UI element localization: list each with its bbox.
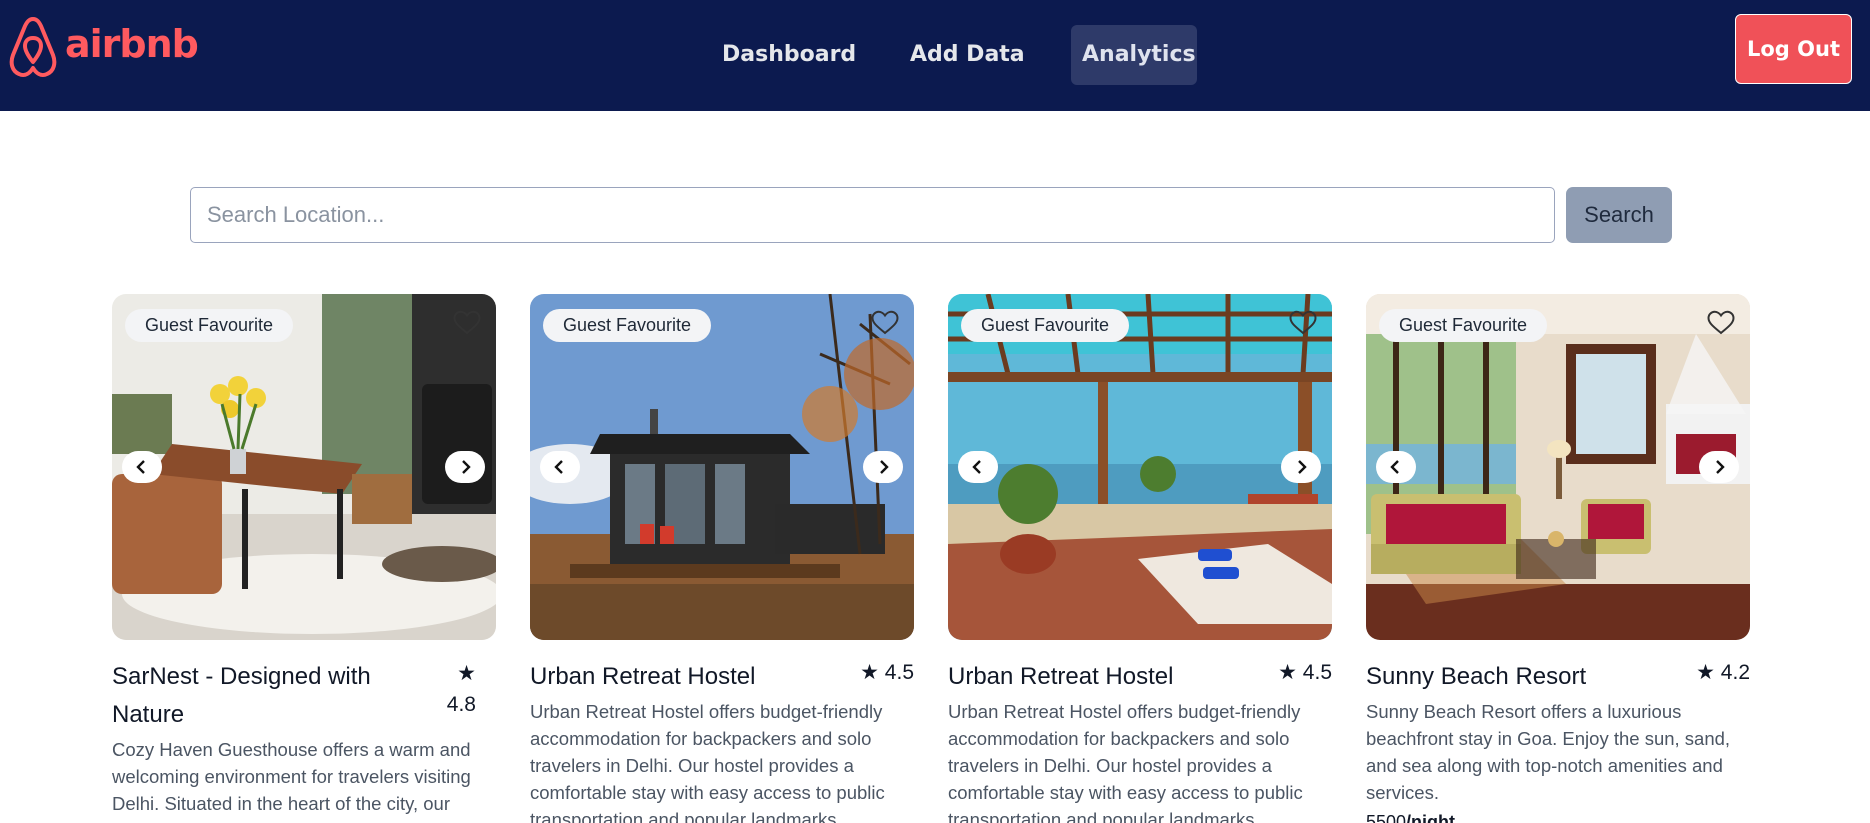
chevron-right-icon bbox=[1298, 460, 1307, 474]
listing-title[interactable]: Urban Retreat Hostel bbox=[530, 658, 840, 696]
chevron-left-icon bbox=[136, 460, 145, 474]
listing-image[interactable]: Guest Favourite bbox=[1366, 294, 1750, 640]
listing-description: Cozy Haven Guesthouse offers a warm and … bbox=[112, 739, 471, 814]
listing-description: Urban Retreat Hostel offers budget-frien… bbox=[530, 701, 885, 823]
listing-description: Sunny Beach Resort offers a luxurious be… bbox=[1366, 701, 1731, 803]
listing-image[interactable]: Guest Favourite bbox=[948, 294, 1332, 640]
listing-title[interactable]: Urban Retreat Hostel bbox=[948, 658, 1258, 696]
next-image-button[interactable] bbox=[1281, 451, 1321, 483]
listing-image[interactable]: Guest Favourite bbox=[530, 294, 914, 640]
listing-rating: ★ 4.5 bbox=[1278, 661, 1332, 684]
listing-image[interactable]: Guest Favourite bbox=[112, 294, 496, 640]
chevron-right-icon bbox=[1716, 460, 1725, 474]
price-amount: 5500 bbox=[1366, 812, 1407, 823]
listing-card[interactable]: Guest Favourite Sunny Beach Resort ★ 4.2… bbox=[1366, 294, 1750, 823]
chevron-left-icon bbox=[1390, 460, 1399, 474]
listing-rating: ★ 4.5 bbox=[860, 661, 914, 684]
chevron-left-icon bbox=[554, 460, 563, 474]
nav-link-analytics[interactable]: Analytics bbox=[1071, 25, 1197, 85]
logout-button[interactable]: Log Out bbox=[1735, 14, 1852, 84]
guest-favourite-badge: Guest Favourite bbox=[125, 309, 294, 342]
prev-image-button[interactable] bbox=[540, 451, 580, 483]
nav-link-add-data[interactable]: Add Data bbox=[899, 25, 1036, 85]
listing-price: 5500/night bbox=[1366, 812, 1455, 823]
price-unit: /night bbox=[1406, 812, 1456, 823]
terrace-icon bbox=[948, 294, 1332, 640]
living-room-icon bbox=[112, 294, 496, 640]
guest-favourite-badge: Guest Favourite bbox=[1379, 309, 1548, 342]
listing-description: Urban Retreat Hostel offers budget-frien… bbox=[948, 701, 1303, 823]
next-image-button[interactable] bbox=[863, 451, 903, 483]
navbar: airbnb Dashboard Add Data Analytics Log … bbox=[0, 0, 1870, 111]
nav-link-dashboard[interactable]: Dashboard bbox=[711, 25, 867, 85]
listing-title[interactable]: Sunny Beach Resort bbox=[1366, 658, 1676, 696]
resort-room-icon bbox=[1366, 294, 1750, 640]
heart-icon[interactable] bbox=[452, 308, 482, 338]
listing-title[interactable]: SarNest - Designed with Nature bbox=[112, 658, 392, 734]
search-button[interactable]: Search bbox=[1566, 187, 1672, 243]
heart-icon[interactable] bbox=[870, 308, 900, 338]
chevron-left-icon bbox=[972, 460, 981, 474]
cabin-icon bbox=[530, 294, 914, 640]
nav-links: Dashboard Add Data Analytics bbox=[0, 25, 1870, 85]
chevron-right-icon bbox=[880, 460, 889, 474]
listing-rating: ★ 4.8 bbox=[446, 662, 476, 716]
guest-favourite-badge: Guest Favourite bbox=[543, 309, 712, 342]
heart-icon[interactable] bbox=[1288, 308, 1318, 338]
prev-image-button[interactable] bbox=[122, 451, 162, 483]
chevron-right-icon bbox=[462, 460, 471, 474]
next-image-button[interactable] bbox=[445, 451, 485, 483]
listing-rating: ★ 4.2 bbox=[1696, 661, 1750, 684]
search-input[interactable] bbox=[190, 187, 1555, 243]
next-image-button[interactable] bbox=[1699, 451, 1739, 483]
prev-image-button[interactable] bbox=[958, 451, 998, 483]
listing-card[interactable]: Guest Favourite Urban Retreat Hostel ★ 4… bbox=[948, 294, 1332, 823]
listing-card[interactable]: Guest Favourite SarNest - Designed with … bbox=[112, 294, 496, 814]
guest-favourite-badge: Guest Favourite bbox=[961, 309, 1130, 342]
prev-image-button[interactable] bbox=[1376, 451, 1416, 483]
listing-card[interactable]: Guest Favourite Urban Retreat Hostel ★ 4… bbox=[530, 294, 914, 823]
heart-icon[interactable] bbox=[1706, 308, 1736, 338]
